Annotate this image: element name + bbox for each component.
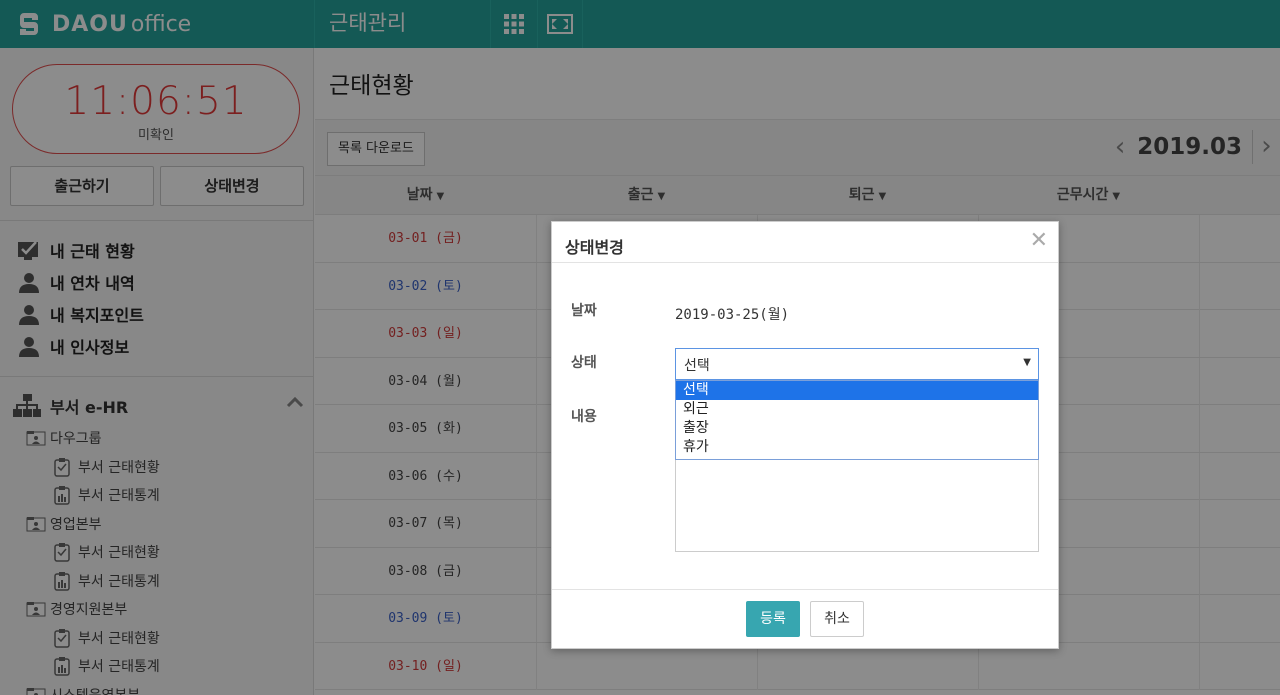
dialog-title: 상태변경 (565, 238, 624, 257)
close-icon[interactable]: ✕ (1030, 228, 1048, 253)
register-button[interactable]: 등록 (746, 601, 800, 637)
status-option[interactable]: 선택 (676, 381, 1038, 400)
status-option[interactable]: 외근 (676, 400, 1038, 419)
status-option[interactable]: 출장 (676, 419, 1038, 438)
chevron-down-icon: ▼ (1023, 357, 1031, 368)
date-value: 2019-03-25(월) (675, 307, 790, 323)
status-change-dialog: 상태변경 ✕ 날짜 2019-03-25(월) 상태 선택 ▼ 내용 선택 외근… (551, 221, 1059, 649)
status-label: 상태 (571, 355, 597, 371)
dialog-footer-divider (552, 589, 1058, 590)
status-dropdown-list: 선택 외근 출장 휴가 (675, 380, 1039, 460)
content-label: 내용 (571, 409, 597, 425)
status-select-value: 선택 (684, 358, 710, 374)
status-select[interactable]: 선택 ▼ (675, 348, 1039, 380)
cancel-button[interactable]: 취소 (810, 601, 864, 637)
dialog-header: 상태변경 ✕ (552, 222, 1058, 263)
date-label: 날짜 (571, 303, 597, 319)
status-option[interactable]: 휴가 (676, 438, 1038, 457)
